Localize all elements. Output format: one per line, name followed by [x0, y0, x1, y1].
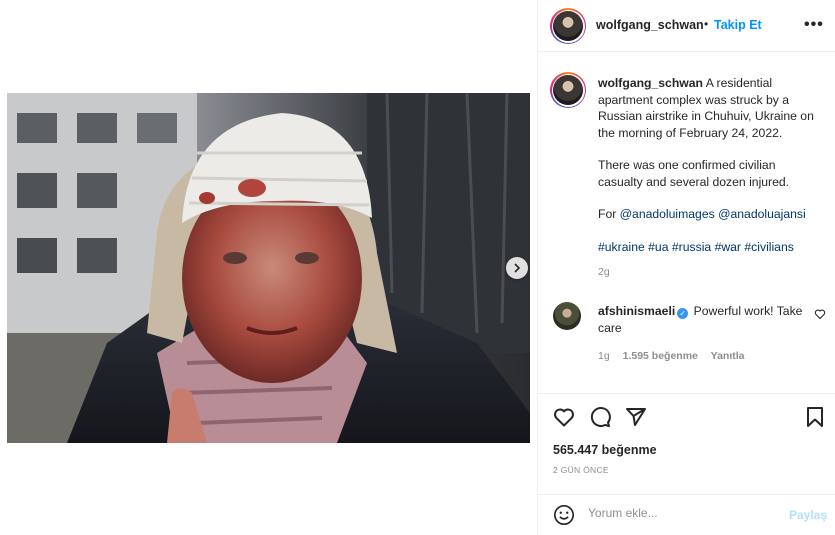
comment-likes[interactable]: 1.595 beğenme — [623, 350, 698, 362]
caption-username[interactable]: wolfgang_schwan — [598, 76, 703, 90]
save-bookmark-icon[interactable] — [804, 405, 826, 429]
commenter-avatar[interactable] — [553, 302, 581, 330]
post-comment-button[interactable]: Paylaş — [789, 508, 827, 522]
comment-meta: 1g 1.595 beğenme Yanıtla — [598, 350, 755, 362]
caption-author-avatar[interactable] — [550, 72, 586, 108]
add-comment-bar: Paylaş — [538, 494, 835, 535]
avatar-image — [553, 75, 583, 105]
hashtag-link[interactable]: #russia — [672, 240, 711, 254]
follow-button[interactable]: Takip Et — [714, 18, 762, 32]
commenter-username[interactable]: afshinismaeli — [598, 304, 675, 318]
avatar-image — [553, 11, 583, 41]
hashtag-link[interactable]: #ua — [648, 240, 668, 254]
chevron-right-icon — [514, 263, 521, 273]
caption-for-prefix: For — [598, 207, 617, 221]
mention-link[interactable]: @anadoluajansi — [718, 207, 806, 221]
hashtag-link[interactable]: #civilians — [744, 240, 793, 254]
post-details-pane: wolfgang_schwan • Takip Et ••• wolfgang_… — [537, 0, 835, 535]
hashtag-link[interactable]: #ukraine — [598, 240, 645, 254]
comment-bubble-icon[interactable] — [588, 405, 612, 429]
media-pane — [0, 0, 537, 535]
caption-text: wolfgang_schwan A residential apartment … — [598, 75, 822, 255]
photo-illustration — [7, 93, 530, 443]
comment-input[interactable] — [588, 506, 778, 520]
post-header: wolfgang_schwan • Takip Et ••• — [538, 0, 835, 52]
like-heart-icon[interactable] — [552, 405, 576, 429]
post-date[interactable]: 2 GÜN ÖNCE — [553, 465, 609, 475]
more-options-icon[interactable]: ••• — [804, 16, 824, 34]
separator-dot: • — [704, 17, 709, 31]
hashtag-link[interactable]: #war — [715, 240, 741, 254]
verified-badge-icon: ✓ — [677, 308, 689, 319]
likes-count[interactable]: 565.447 beğenme — [553, 443, 657, 457]
emoji-icon[interactable] — [553, 504, 575, 526]
action-bar — [538, 393, 835, 440]
comment-timestamp[interactable]: 1g — [598, 350, 610, 362]
caption-line-2: There was one confirmed civilian casualt… — [598, 158, 790, 189]
mention-link[interactable]: @anadoluimages — [620, 207, 715, 221]
comment-text: afshinismaeli ✓ Powerful work! Take care — [598, 303, 808, 336]
author-username[interactable]: wolfgang_schwan — [596, 18, 704, 32]
share-paper-plane-icon[interactable] — [624, 405, 648, 429]
next-image-button[interactable] — [506, 257, 528, 279]
author-avatar[interactable] — [550, 8, 586, 44]
reply-button[interactable]: Yanıtla — [711, 350, 745, 362]
like-comment-heart-icon[interactable] — [814, 308, 826, 320]
caption-timestamp[interactable]: 2g — [598, 266, 610, 278]
post-photo[interactable] — [7, 93, 530, 443]
